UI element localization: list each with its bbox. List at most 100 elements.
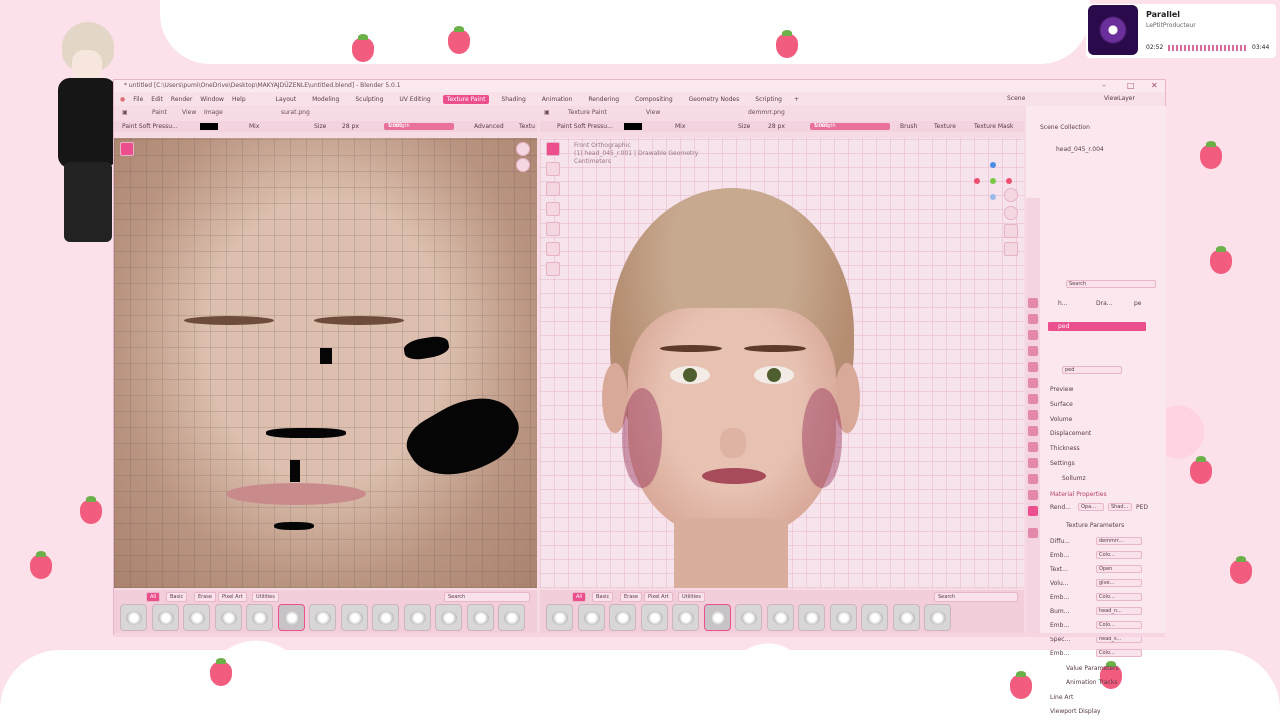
left-brush-thumbnail[interactable] [214, 604, 242, 631]
perspective-toggle-icon[interactable] [1004, 242, 1018, 256]
close-button[interactable]: ✕ [1151, 80, 1158, 92]
viewport-brush-thumbnail[interactable] [924, 604, 951, 631]
filter-pixel-art[interactable]: Pixel Art [218, 592, 247, 602]
color-swatch[interactable] [200, 123, 218, 130]
viewport-brush-thumbnail[interactable] [798, 604, 825, 631]
particles-tab-icon[interactable] [1028, 426, 1038, 436]
sollumz-tab-icon[interactable] [1028, 490, 1038, 500]
texture-param-value[interactable]: head_n... [1096, 607, 1142, 615]
object-tab-icon[interactable] [1028, 394, 1038, 404]
texture-param-value[interactable]: Open [1096, 565, 1142, 573]
tab-rendering[interactable]: Rendering [584, 95, 623, 104]
data-tab-icon[interactable] [1028, 474, 1038, 484]
material-tab-icon[interactable] [1028, 506, 1038, 516]
viewport-blend-dropdown[interactable]: Mix [675, 121, 685, 132]
menu-file[interactable]: File [133, 96, 143, 103]
3d-viewport[interactable]: Front Orthographic (1) head_045_r.001 | … [540, 138, 1024, 588]
filter-erase[interactable]: Erase [194, 592, 216, 602]
texture-paint-mode-dropdown[interactable]: Texture Paint [568, 107, 607, 119]
texture-param-value[interactable]: Colo... [1096, 649, 1142, 657]
tab-scripting[interactable]: Scripting [751, 95, 786, 104]
zoom-view-icon[interactable] [516, 142, 530, 156]
texture-param-value[interactable]: Colo... [1096, 593, 1142, 601]
opacity-dropdown[interactable]: Opa... [1078, 503, 1104, 511]
viewport-brush-thumbnail[interactable] [640, 604, 668, 631]
minimize-button[interactable]: – [1102, 80, 1106, 92]
outliner-scene-collection[interactable]: Scene Collection [1040, 124, 1090, 131]
left-brush-thumbnail[interactable] [340, 604, 368, 631]
add-workspace-button[interactable]: + [794, 96, 799, 103]
section-thickness[interactable]: Thickness [1050, 445, 1080, 452]
menu-edit[interactable]: Edit [151, 96, 163, 103]
tab-uv-editing[interactable]: UV Editing [395, 95, 434, 104]
viewport-size-value[interactable]: 28 px [768, 121, 785, 132]
filter-basic[interactable]: Basic [166, 592, 188, 602]
size-value[interactable]: 28 px [342, 121, 359, 132]
viewport-display-section[interactable]: Viewport Display [1050, 708, 1101, 715]
section-sollumz[interactable]: Sollumz [1062, 475, 1086, 482]
tab-shading[interactable]: Shading [497, 95, 529, 104]
mask-tool-icon[interactable] [546, 242, 560, 256]
viewport-brush-thumbnail[interactable] [672, 604, 699, 631]
brush-search[interactable]: Search [444, 592, 530, 602]
filter-utilities[interactable]: Utilities [252, 592, 279, 602]
tab-texture-paint[interactable]: Texture Paint [442, 94, 490, 104]
paint-mode-dropdown[interactable]: Paint [152, 107, 167, 119]
section-displacement[interactable]: Displacement [1050, 430, 1091, 437]
texture-tab-icon[interactable] [1028, 528, 1038, 538]
left-brush-thumbnail[interactable] [120, 604, 147, 631]
viewport-brush-search[interactable]: Search [934, 592, 1018, 602]
menu-window[interactable]: Window [200, 96, 224, 103]
tab-compositing[interactable]: Compositing [631, 95, 677, 104]
strength-slider[interactable]: Strength 1.000 [384, 123, 454, 130]
viewport-brush-thumbnail[interactable] [735, 604, 762, 631]
viewport-strength-slider[interactable]: Strength 1.000 [810, 123, 890, 130]
draw-tool-icon[interactable] [546, 142, 560, 156]
section-settings[interactable]: Settings [1050, 460, 1075, 467]
shader-dropdown[interactable]: Shad... [1108, 503, 1132, 511]
viewport-filter-utilities[interactable]: Utilities [678, 592, 705, 602]
tab-sculpting[interactable]: Sculpting [351, 95, 387, 104]
viewport-brush-selector[interactable]: Paint Soft Pressu... [557, 121, 613, 132]
viewport-image-name[interactable]: demmrr.png [748, 107, 785, 119]
menu-image[interactable]: Image [204, 107, 223, 119]
left-brush-thumbnail[interactable] [309, 604, 336, 631]
viewport-brush-thumbnail[interactable] [546, 604, 573, 631]
editor-type-icon[interactable]: ▣ [122, 107, 128, 119]
section-volume[interactable]: Volume [1050, 416, 1072, 423]
menu-view[interactable]: View [182, 107, 196, 119]
world-tab-icon[interactable] [1028, 378, 1038, 388]
viewport-brush-thumbnail[interactable] [766, 604, 794, 631]
left-brush-thumbnail[interactable] [183, 604, 210, 631]
constraints-tab-icon[interactable] [1028, 458, 1038, 468]
texture-param-value[interactable]: demmrr... [1096, 537, 1142, 545]
tool-tab-icon[interactable] [1028, 298, 1038, 308]
animation-tracks-label[interactable]: Animation Tracks [1066, 679, 1117, 686]
render-tab-icon[interactable] [1028, 314, 1038, 324]
outliner-object-row[interactable]: head_045_r.004 [1056, 146, 1104, 153]
material-name-field[interactable]: ped [1062, 366, 1122, 374]
viewport-filter-pixel-art[interactable]: Pixel Art [644, 592, 673, 602]
material-slot-item[interactable]: ped [1048, 322, 1146, 331]
view-layer-selector[interactable]: ViewLayer [1104, 95, 1135, 102]
view-layer-tab-icon[interactable] [1028, 346, 1038, 356]
viewport-color-swatch[interactable] [624, 123, 642, 130]
physics-tab-icon[interactable] [1028, 442, 1038, 452]
tab-geometry-nodes[interactable]: Geometry Nodes [685, 95, 744, 104]
paint-brush-tool-icon[interactable] [120, 142, 134, 156]
uv-image-canvas[interactable] [114, 138, 537, 588]
annotate-tool-icon[interactable] [546, 262, 560, 276]
left-brush-thumbnail[interactable] [435, 604, 462, 631]
value-parameters-label[interactable]: Value Parameters [1066, 665, 1119, 672]
viewport-pan-icon[interactable] [1004, 206, 1018, 220]
clone-tool-icon[interactable] [546, 202, 560, 216]
blender-logo-icon[interactable]: ● [120, 96, 125, 103]
texture-menu[interactable]: Texture [934, 121, 956, 132]
section-surface[interactable]: Surface [1050, 401, 1073, 408]
viewport-editor-type-icon[interactable]: ▣ [544, 107, 550, 119]
viewport-brush-thumbnail[interactable] [861, 604, 888, 631]
advanced-dropdown[interactable]: Advanced [474, 121, 504, 132]
left-brush-thumbnail[interactable] [403, 604, 431, 631]
viewport-brush-thumbnail[interactable] [609, 604, 636, 631]
fill-tool-icon[interactable] [546, 222, 560, 236]
